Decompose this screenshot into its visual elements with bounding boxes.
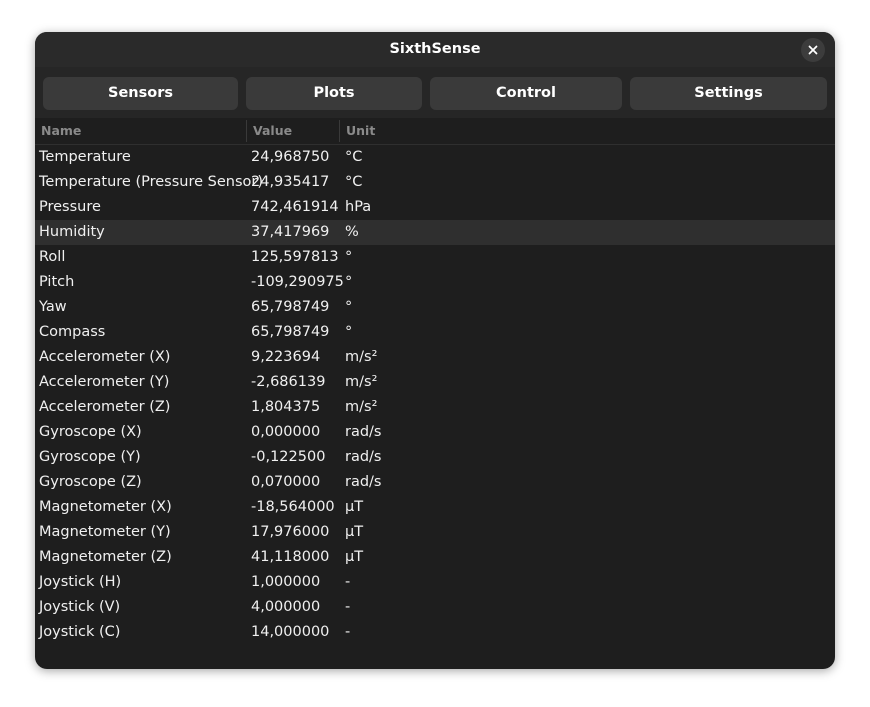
table-row[interactable]: Temperature (Pressure Sensor) 24,935417 °C [35, 170, 835, 195]
headerbar: SixthSense [35, 32, 835, 67]
cell-value: 0,000000 [251, 424, 321, 440]
close-icon [808, 45, 818, 55]
cell-name: Yaw [39, 299, 67, 315]
table-row[interactable]: Joystick (V) 4,000000 - [35, 595, 835, 620]
cell-value: 65,798749 [251, 324, 330, 340]
cell-value: 17,976000 [251, 524, 330, 540]
cell-name: Magnetometer (Z) [39, 549, 172, 565]
column-header-value[interactable]: Value [253, 118, 292, 144]
cell-value: 4,000000 [251, 599, 321, 615]
cell-name: Pressure [39, 199, 101, 215]
cell-name: Accelerometer (X) [39, 349, 171, 365]
table-row[interactable]: Gyroscope (Y) -0,122500 rad/s [35, 445, 835, 470]
cell-name: Roll [39, 249, 66, 265]
cell-value: 14,000000 [251, 624, 330, 640]
cell-name: Magnetometer (Y) [39, 524, 171, 540]
cell-unit: - [345, 574, 351, 590]
sensor-table: Name Value Unit Temperature 24,968750 °C Te… [35, 118, 835, 645]
table-row[interactable]: Humidity 37,417969% [35, 220, 835, 245]
cell-value: -18,564000 [251, 499, 335, 515]
cell-value: 742,461914 [251, 199, 339, 215]
table-row[interactable]: Gyroscope (Z) 0,070000 rad/s [35, 470, 835, 495]
cell-value: 41,118000 [251, 549, 330, 565]
tab-sensors[interactable]: Sensors [43, 77, 238, 110]
table-row[interactable]: Gyroscope (X) 0,000000 rad/s [35, 420, 835, 445]
cell-name: Humidity [39, 224, 105, 240]
cell-unit: rad/s [345, 474, 382, 490]
cell-unit: % [345, 224, 359, 240]
tab-settings[interactable]: Settings [630, 77, 827, 110]
table-row[interactable]: Yaw 65,798749 ° [35, 295, 835, 320]
table-row[interactable]: Joystick (C) 14,000000- [35, 620, 835, 645]
cell-unit: - [345, 624, 351, 640]
cell-unit: m/s² [345, 349, 378, 365]
cell-unit: µT [345, 499, 364, 515]
cell-unit: °C [345, 174, 363, 190]
cell-name: Accelerometer (Z) [39, 399, 171, 415]
column-separator[interactable] [339, 120, 340, 142]
cell-unit: ° [345, 249, 353, 265]
cell-unit: ° [345, 324, 353, 340]
cell-value: 9,223694 [251, 349, 321, 365]
cell-value: 1,804375 [251, 399, 321, 415]
cell-name: Gyroscope (Y) [39, 449, 141, 465]
table-row[interactable]: Accelerometer (Y) -2,686139 m/s² [35, 370, 835, 395]
cell-unit: - [345, 599, 351, 615]
app-window: SixthSense Sensors Plots Control Setting… [35, 32, 835, 669]
view-switcher: Sensors Plots Control Settings [35, 67, 835, 118]
cell-value: 24,968750 [251, 149, 330, 165]
table-row[interactable]: Accelerometer (X) 9,223694 m/s² [35, 345, 835, 370]
cell-unit: hPa [345, 199, 372, 215]
cell-value: -109,290975 [251, 274, 344, 290]
cell-name: Gyroscope (X) [39, 424, 142, 440]
column-header-name[interactable]: Name [41, 118, 81, 144]
window-title: SixthSense [389, 41, 481, 57]
cell-unit: µT [345, 524, 364, 540]
cell-value: 24,935417 [251, 174, 330, 190]
cell-value: -2,686139 [251, 374, 326, 390]
column-separator[interactable] [246, 120, 247, 142]
cell-name: Compass [39, 324, 106, 340]
cell-value: 65,798749 [251, 299, 330, 315]
cell-value: 1,000000 [251, 574, 321, 590]
cell-name: Temperature (Pressure Sensor) [39, 174, 263, 190]
cell-value: 37,417969 [251, 224, 330, 240]
cell-name: Joystick (H) [39, 574, 122, 590]
table-row[interactable]: Roll 125,597813 ° [35, 245, 835, 270]
table-row[interactable]: Joystick (H) 1,000000 - [35, 570, 835, 595]
table-row[interactable]: Magnetometer (Y) 17,976000 µT [35, 520, 835, 545]
cell-unit: °C [345, 149, 363, 165]
table-row[interactable]: Accelerometer (Z) 1,804375 m/s² [35, 395, 835, 420]
cell-unit: µT [345, 549, 364, 565]
cell-name: Joystick (C) [39, 624, 121, 640]
cell-name: Pitch [39, 274, 75, 290]
cell-name: Accelerometer (Y) [39, 374, 170, 390]
cell-unit: rad/s [345, 424, 382, 440]
cell-value: 125,597813 [251, 249, 339, 265]
cell-value: -0,122500 [251, 449, 326, 465]
table-row[interactable]: Magnetometer (X) -18,564000 µT [35, 495, 835, 520]
table-header: Name Value Unit [35, 118, 835, 145]
table-body: Temperature 24,968750 °C Temperature (Press… [35, 145, 835, 645]
cell-unit: m/s² [345, 399, 378, 415]
table-row[interactable]: Temperature 24,968750 °C [35, 145, 835, 170]
close-button[interactable] [801, 38, 825, 62]
table-row[interactable]: Compass 65,798749 ° [35, 320, 835, 345]
cell-value: 0,070000 [251, 474, 321, 490]
cell-unit: ° [345, 274, 353, 290]
cell-unit: rad/s [345, 449, 382, 465]
cell-unit: m/s² [345, 374, 378, 390]
column-header-unit[interactable]: Unit [346, 118, 375, 144]
table-row[interactable]: Pitch -109,290975 ° [35, 270, 835, 295]
table-row[interactable]: Pressure 742,461914 hPa [35, 195, 835, 220]
cell-unit: ° [345, 299, 353, 315]
cell-name: Magnetometer (X) [39, 499, 172, 515]
cell-name: Temperature [39, 149, 131, 165]
cell-name: Joystick (V) [39, 599, 121, 615]
tab-plots[interactable]: Plots [246, 77, 422, 110]
tab-control[interactable]: Control [430, 77, 622, 110]
table-row[interactable]: Magnetometer (Z) 41,118000 µT [35, 545, 835, 570]
cell-name: Gyroscope (Z) [39, 474, 142, 490]
